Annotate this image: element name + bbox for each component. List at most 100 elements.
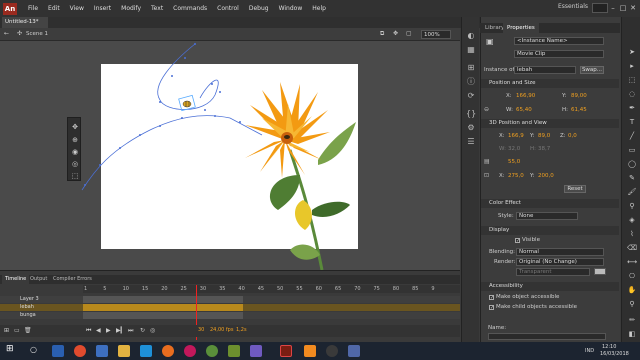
zoom-select[interactable]: 100% [421, 30, 451, 39]
back-arrow-icon[interactable]: ← [4, 30, 9, 37]
rectangle-tool-icon[interactable]: ▭ [627, 145, 637, 155]
zoom-tool-icon[interactable]: ⚲ [627, 299, 637, 309]
timeline-ruler[interactable] [83, 285, 460, 293]
app-icon-5[interactable] [326, 345, 338, 357]
selection-tool-icon[interactable]: ➤ [627, 47, 637, 57]
edit-scene-icon[interactable]: ✥ [393, 30, 398, 37]
media-icon[interactable] [184, 345, 196, 357]
app-icon-4[interactable] [304, 345, 316, 357]
visible-checkbox[interactable]: ✓ [515, 238, 520, 244]
menu-insert[interactable]: Insert [89, 5, 116, 12]
eyedropper-icon[interactable]: ⌇ [627, 229, 637, 239]
start-icon[interactable]: ⊞ [6, 344, 14, 354]
text-tool-icon[interactable]: T [627, 117, 637, 127]
play-icon[interactable]: ▶ [106, 327, 111, 334]
layer-frames[interactable] [83, 296, 243, 303]
next-frame-icon[interactable]: ▶▎ [116, 327, 125, 334]
app-icon[interactable] [206, 345, 218, 357]
blending-select[interactable]: Normal [516, 248, 604, 256]
word-icon[interactable] [96, 345, 108, 357]
app-icon-6[interactable] [348, 345, 360, 357]
instance-name-input[interactable]: <Instance Name> [514, 37, 604, 45]
menu-edit[interactable]: Edit [43, 5, 65, 12]
new-layer-icon[interactable]: ⊞ [4, 327, 9, 334]
stroke-color-icon[interactable]: ✏ [627, 315, 637, 325]
camera-tool-icon[interactable]: ⎔ [627, 271, 637, 281]
app-icon-3[interactable] [250, 345, 262, 357]
current-frame[interactable]: 30 [198, 327, 204, 333]
edge-icon[interactable] [140, 345, 152, 357]
pen-tool-icon[interactable]: ✒ [627, 103, 637, 113]
render-select[interactable]: Original (No Change) [516, 258, 604, 266]
close-button[interactable]: ✕ [628, 3, 638, 13]
motion-tween-span[interactable] [83, 304, 243, 311]
menu-modify[interactable]: Modify [116, 5, 146, 12]
file-explorer-icon[interactable] [118, 345, 130, 357]
hand-tool-icon[interactable]: ✋ [627, 285, 637, 295]
style-select[interactable]: None [516, 212, 578, 220]
snap-icon[interactable]: ◎ [71, 160, 79, 168]
oval-tool-icon[interactable]: ◯ [627, 159, 637, 169]
code-snippets-icon[interactable]: {} [466, 109, 476, 119]
free-transform-icon[interactable]: ⬚ [627, 75, 637, 85]
delete-layer-icon[interactable]: 🗑 [24, 327, 32, 334]
clip-stage-icon[interactable]: ▢ [406, 30, 412, 37]
x-value[interactable]: 166,90 [516, 93, 535, 99]
transform-panel-icon[interactable]: ⟳ [466, 91, 476, 101]
w-value[interactable]: 65,40 [516, 107, 532, 113]
fill-color-icon[interactable]: ◧ [627, 329, 637, 339]
tab-output[interactable]: Output [27, 275, 50, 284]
workspace-switcher[interactable]: Essentials [558, 3, 588, 10]
menu-window[interactable]: Window [274, 5, 308, 12]
menu-view[interactable]: View [65, 5, 89, 12]
clock-time[interactable]: 12:10 [602, 344, 616, 350]
maximize-button[interactable]: □ [618, 3, 628, 13]
language-indicator[interactable]: IND [585, 348, 594, 354]
swatches-icon[interactable]: ▦ [466, 45, 476, 55]
vp-y-value[interactable]: 200,0 [538, 173, 554, 179]
swap-button[interactable]: Swap... [580, 66, 604, 74]
layer-name[interactable]: bunga [20, 312, 36, 318]
onion-skin-icon[interactable]: ◎ [150, 327, 155, 334]
clock-date[interactable]: 16/03/2018 [600, 351, 629, 357]
transform-icon[interactable]: ⊕ [71, 136, 79, 144]
menu-text[interactable]: Text [146, 5, 168, 12]
search-icon[interactable]: ○ [30, 345, 37, 354]
menu-file[interactable]: File [23, 5, 43, 12]
chrome-icon[interactable] [74, 345, 86, 357]
background-select[interactable]: Transparent [516, 268, 590, 276]
minimize-button[interactable]: – [608, 3, 618, 13]
rotate-icon[interactable]: ◉ [71, 148, 79, 156]
move-icon[interactable]: ✥ [71, 123, 79, 131]
tab-properties[interactable]: Properties [503, 23, 539, 33]
brush-tool-icon[interactable]: 🖌 [627, 187, 637, 197]
accessible-name-input[interactable] [488, 333, 606, 340]
symbol-type-select[interactable]: Movie Clip [514, 50, 604, 58]
bounds-icon[interactable]: ⬚ [71, 172, 79, 180]
background-color-swatch[interactable] [594, 268, 606, 275]
edit-symbols-icon[interactable]: ⧉ [380, 30, 384, 38]
reset-button[interactable]: Reset [564, 185, 586, 193]
eraser-tool-icon[interactable]: ⌫ [627, 243, 637, 253]
tab-timeline[interactable]: Timeline [2, 275, 30, 284]
blender-icon[interactable] [162, 345, 174, 357]
layer-name[interactable]: lebah [20, 304, 34, 310]
section-accessibility[interactable]: Accessibility [481, 282, 619, 291]
menu-commands[interactable]: Commands [168, 5, 212, 12]
layer-frames[interactable] [83, 312, 243, 319]
motion-presets-icon[interactable]: ☰ [466, 137, 476, 147]
layer-name[interactable]: Layer 3 [20, 296, 39, 302]
pencil-tool-icon[interactable]: ✎ [627, 173, 637, 183]
y-value[interactable]: 89,00 [571, 93, 587, 99]
3d-z-value[interactable]: 0,0 [568, 133, 577, 139]
components-icon[interactable]: ⚙ [466, 123, 476, 133]
subselection-tool-icon[interactable]: ▸ [627, 61, 637, 71]
frame-rate[interactable]: 24,00 fps [210, 327, 233, 333]
width-tool-icon[interactable]: ⟷ [627, 257, 637, 267]
child-accessible-checkbox[interactable]: ✓ [489, 305, 494, 311]
section-position-size[interactable]: Position and Size [481, 79, 619, 88]
align-icon[interactable]: ⊞ [466, 63, 476, 73]
prev-frame-icon[interactable]: ◀ [96, 327, 101, 334]
section-3d-position[interactable]: 3D Position and View [481, 119, 619, 128]
vp-x-value[interactable]: 275,0 [508, 173, 524, 179]
